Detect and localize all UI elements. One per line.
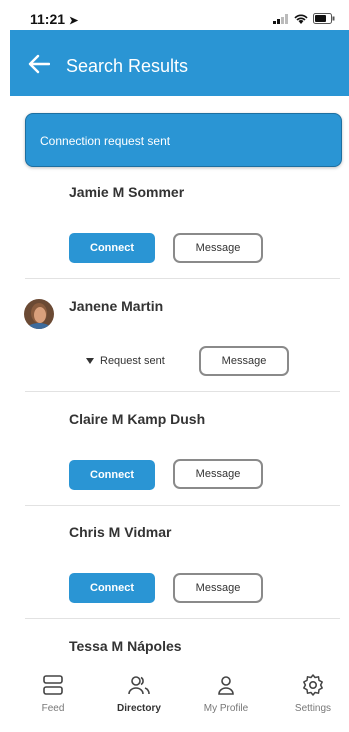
message-button[interactable]: Message <box>173 233 263 263</box>
back-arrow-icon[interactable] <box>28 54 50 74</box>
tab-my-profile[interactable]: My Profile <box>191 673 261 714</box>
connect-button[interactable]: Connect <box>69 233 155 263</box>
message-button[interactable]: Message <box>173 459 263 489</box>
connect-button[interactable]: Connect <box>69 573 155 603</box>
message-button[interactable]: Message <box>173 573 263 603</box>
signal-icon <box>273 13 288 24</box>
person-name[interactable]: Jamie M Sommer <box>69 184 184 200</box>
gear-icon <box>303 674 323 696</box>
header: Search Results <box>10 30 349 96</box>
request-sent-label: Request sent <box>100 355 165 367</box>
tab-directory[interactable]: Directory <box>104 673 174 714</box>
tab-settings[interactable]: Settings <box>278 673 348 714</box>
connect-button[interactable]: Connect <box>69 460 155 490</box>
person-name[interactable]: Janene Martin <box>69 298 163 314</box>
toast-text: Connection request sent <box>40 134 171 148</box>
message-button[interactable]: Message <box>199 346 289 376</box>
divider <box>25 278 340 279</box>
tab-bar: Feed Directory My Profile Settings <box>0 665 349 732</box>
avatar[interactable] <box>24 299 54 329</box>
feed-icon <box>43 675 63 695</box>
caret-down-icon <box>86 358 94 364</box>
request-sent-dropdown[interactable]: Request sent <box>86 355 165 367</box>
person-name[interactable]: Claire M Kamp Dush <box>69 411 205 427</box>
person-name[interactable]: Tessa M Nápoles <box>69 638 182 654</box>
tab-label: Settings <box>294 703 332 714</box>
person-icon <box>218 676 234 695</box>
tab-label: Directory <box>117 703 161 714</box>
tab-label: My Profile <box>203 703 249 714</box>
status-bar: 11:21 ➤ <box>10 10 349 30</box>
tab-feed[interactable]: Feed <box>18 673 88 714</box>
battery-icon <box>313 13 335 24</box>
connection-toast: Connection request sent <box>25 113 342 167</box>
tab-label: Feed <box>41 703 65 714</box>
avatar-photo-icon <box>24 299 54 329</box>
page-title: Search Results <box>66 56 189 76</box>
divider <box>25 391 340 392</box>
status-time: 11:21 ➤ <box>30 11 79 27</box>
divider <box>25 505 340 506</box>
status-icons <box>273 13 335 24</box>
person-name[interactable]: Chris M Vidmar <box>69 524 171 540</box>
divider <box>25 618 340 619</box>
people-icon <box>128 676 150 695</box>
wifi-icon <box>294 13 308 24</box>
